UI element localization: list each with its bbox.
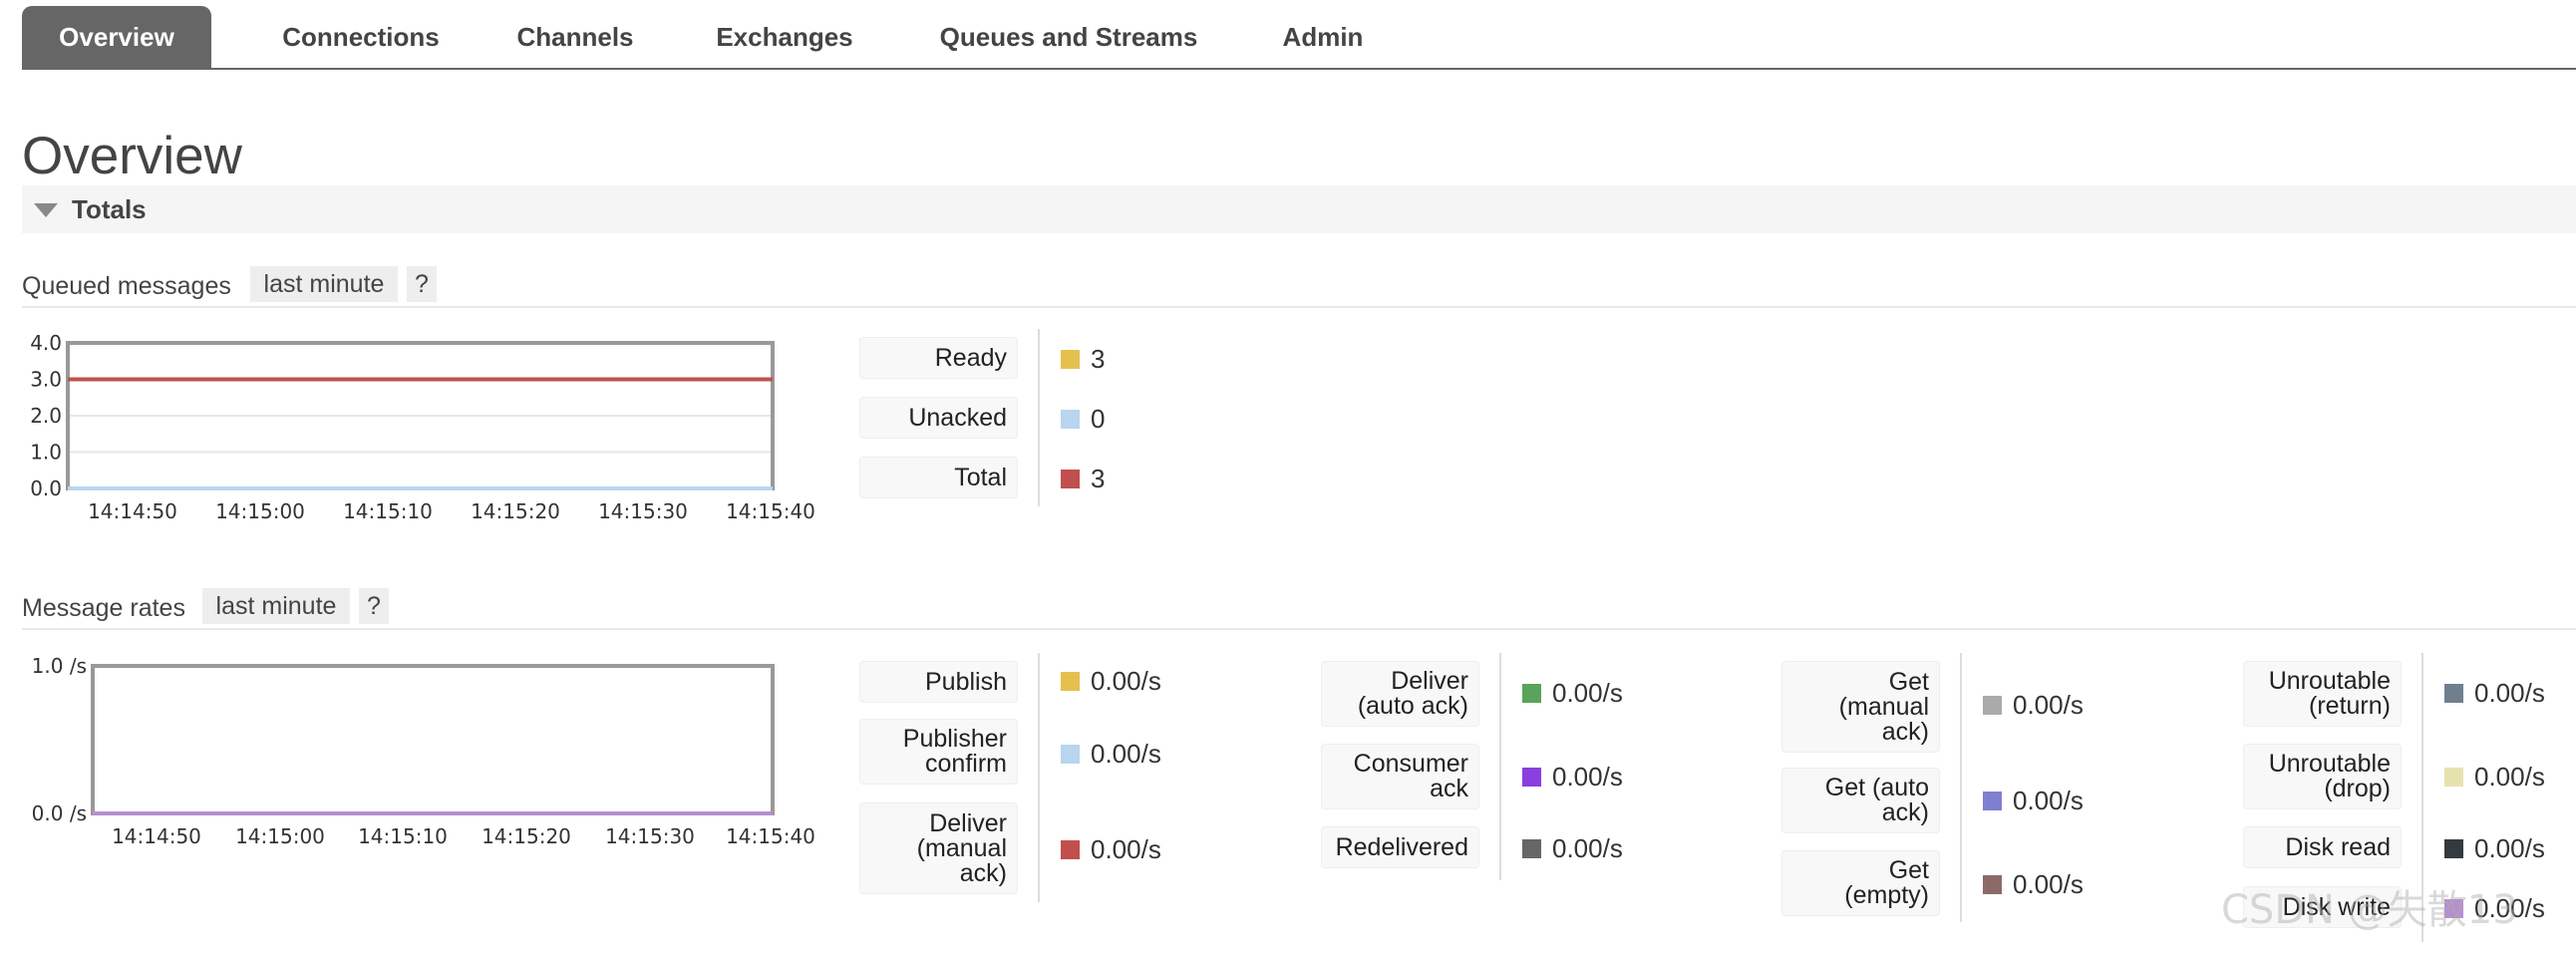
queued-messages-chart: 4.0 3.0 2.0 1.0 0.0 14:14:50 14:15:00 14:15:10 1… bbox=[30, 331, 815, 523]
main-nav: Overview Connections Channels Exchanges … bbox=[22, 0, 2576, 70]
x-tick-label: 14:15:00 bbox=[235, 824, 325, 848]
legend-swatch-get-empty bbox=[1983, 875, 2002, 894]
queued-range-selector[interactable]: last minute bbox=[250, 266, 398, 302]
queued-messages-title: Queued messages bbox=[22, 272, 231, 300]
y-tick-label: 0.0 /s bbox=[32, 801, 87, 825]
legend-swatch-ready bbox=[1061, 350, 1080, 369]
legend-divider bbox=[1038, 653, 1040, 902]
y-tick-label: 0.0 bbox=[30, 476, 62, 500]
totals-section-label: Totals bbox=[72, 194, 147, 224]
legend-value-deliver-manual-ack: 0.00/s bbox=[1091, 834, 1161, 864]
legend-label-consumer-ack: Consumer ack bbox=[1321, 744, 1479, 809]
legend-value-deliver-auto-ack: 0.00/s bbox=[1552, 678, 1623, 708]
message-rates-header: Message rates last minute ? bbox=[22, 588, 2576, 630]
legend-value-redelivered: 0.00/s bbox=[1552, 833, 1623, 863]
tab-exchanges[interactable]: Exchanges bbox=[675, 6, 894, 68]
legend-swatch-get-auto-ack bbox=[1983, 792, 2002, 810]
legend-value-consumer-ack: 0.00/s bbox=[1552, 762, 1623, 792]
legend-swatch-unacked bbox=[1061, 410, 1080, 429]
tab-admin[interactable]: Admin bbox=[1248, 6, 1398, 68]
plot-frame bbox=[91, 664, 775, 815]
legend-label-unroutable-drop: Unroutable (drop) bbox=[2243, 744, 2402, 809]
y-tick-label: 2.0 bbox=[30, 404, 62, 428]
tab-channels[interactable]: Channels bbox=[481, 6, 670, 68]
x-tick-label: 14:15:10 bbox=[343, 499, 433, 523]
legend-value-publish: 0.00/s bbox=[1091, 666, 1161, 696]
legend-value-ready: 3 bbox=[1091, 344, 1106, 374]
tab-connections[interactable]: Connections bbox=[241, 6, 481, 68]
x-tick-label: 14:15:20 bbox=[482, 824, 571, 848]
legend-swatch-unroutable-return bbox=[2444, 684, 2463, 703]
x-tick-label: 14:15:10 bbox=[358, 824, 448, 848]
legend-value-disk-read: 0.00/s bbox=[2474, 833, 2545, 863]
legend-label-deliver-auto-ack: Deliver (auto ack) bbox=[1321, 661, 1479, 727]
legend-value-unacked: 0 bbox=[1091, 404, 1106, 434]
legend-label-get-manual-ack: Get (manual ack) bbox=[1781, 661, 1940, 753]
legend-value-get-manual-ack: 0.00/s bbox=[2013, 690, 2084, 720]
x-tick-label: 14:14:50 bbox=[112, 824, 201, 848]
legend-swatch-unroutable-drop bbox=[2444, 768, 2463, 787]
tab-overview[interactable]: Overview bbox=[22, 6, 211, 68]
y-tick-label: 1.0 /s bbox=[32, 654, 87, 678]
queued-help-button[interactable]: ? bbox=[407, 266, 437, 302]
y-tick-label: 4.0 bbox=[30, 331, 62, 355]
legend-swatch-redelivered bbox=[1522, 839, 1541, 858]
rates-range-selector[interactable]: last minute bbox=[202, 588, 350, 624]
x-tick-label: 14:15:30 bbox=[605, 824, 695, 848]
legend-label-redelivered: Redelivered bbox=[1321, 826, 1479, 868]
legend-swatch-disk-read bbox=[2444, 839, 2463, 858]
legend-label-get-empty: Get (empty) bbox=[1781, 850, 1940, 916]
legend-swatch-consumer-ack bbox=[1522, 768, 1541, 787]
legend-value-unroutable-return: 0.00/s bbox=[2474, 678, 2545, 708]
legend-label-publisher-confirm: Publisher confirm bbox=[859, 719, 1018, 785]
legend-label-unroutable-return: Unroutable (return) bbox=[2243, 661, 2402, 727]
queued-messages-header: Queued messages last minute ? bbox=[22, 266, 2576, 308]
legend-swatch-total bbox=[1061, 470, 1080, 488]
legend-label-publish: Publish bbox=[859, 661, 1018, 703]
legend-label-unacked: Unacked bbox=[859, 397, 1018, 439]
message-rates-chart: 1.0 /s 0.0 /s 14:14:50 14:15:00 14:15:10 14:1… bbox=[32, 654, 815, 848]
legend-value-publisher-confirm: 0.00/s bbox=[1091, 739, 1161, 769]
tab-queues-and-streams[interactable]: Queues and Streams bbox=[899, 6, 1238, 68]
watermark: CSDN @失散13 bbox=[2221, 887, 2518, 933]
legend-swatch-get-manual-ack bbox=[1983, 696, 2002, 715]
legend-value-total: 3 bbox=[1091, 464, 1106, 493]
legend-swatch-deliver-auto-ack bbox=[1522, 684, 1541, 703]
legend-value-get-auto-ack: 0.00/s bbox=[2013, 786, 2084, 815]
legend-value-unroutable-drop: 0.00/s bbox=[2474, 762, 2545, 792]
message-rates-title: Message rates bbox=[22, 594, 185, 622]
legend-label-ready: Ready bbox=[859, 337, 1018, 379]
page-title: Overview bbox=[22, 127, 242, 185]
legend-label-total: Total bbox=[859, 457, 1018, 498]
legend-swatch-deliver-manual-ack bbox=[1061, 840, 1080, 859]
legend-label-disk-read: Disk read bbox=[2243, 826, 2402, 868]
legend-divider bbox=[1960, 653, 1962, 922]
legend-divider bbox=[1038, 329, 1040, 506]
collapse-triangle-icon bbox=[34, 203, 58, 217]
legend-label-get-auto-ack: Get (auto ack) bbox=[1781, 768, 1940, 833]
legend-swatch-publish bbox=[1061, 672, 1080, 691]
x-tick-label: 14:15:30 bbox=[598, 499, 688, 523]
x-tick-label: 14:14:50 bbox=[88, 499, 177, 523]
legend-divider bbox=[1499, 653, 1501, 880]
y-tick-label: 1.0 bbox=[30, 441, 62, 465]
y-tick-label: 3.0 bbox=[30, 368, 62, 392]
legend-value-get-empty: 0.00/s bbox=[2013, 869, 2084, 899]
legend-swatch-publisher-confirm bbox=[1061, 745, 1080, 764]
legend-label-deliver-manual-ack: Deliver (manual ack) bbox=[859, 802, 1018, 894]
x-tick-label: 14:15:40 bbox=[726, 824, 815, 848]
x-tick-label: 14:15:40 bbox=[726, 499, 815, 523]
x-tick-label: 14:15:00 bbox=[215, 499, 305, 523]
x-tick-label: 14:15:20 bbox=[471, 499, 560, 523]
totals-section-toggle[interactable]: Totals bbox=[22, 185, 2576, 233]
rates-help-button[interactable]: ? bbox=[359, 588, 389, 624]
